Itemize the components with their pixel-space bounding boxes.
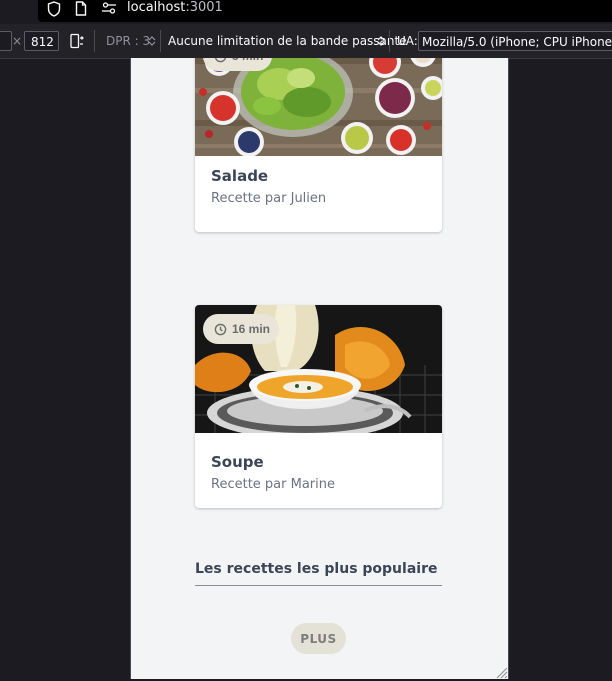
url-port: :3001 xyxy=(185,0,223,15)
toolbar-divider xyxy=(160,30,161,52)
popular-section-title: Les recettes les plus populaire xyxy=(195,561,442,586)
device-viewport: 5 min Salade Recette par Julien xyxy=(130,58,509,679)
recipe-author: Recette par Marine xyxy=(211,477,335,492)
toolbar-divider xyxy=(94,30,95,52)
dimension-separator: × xyxy=(12,34,23,48)
rotate-device-icon[interactable] xyxy=(69,33,85,49)
recipe-author: Recette par Julien xyxy=(211,191,327,206)
browser-url-bar: localhost:3001 xyxy=(0,0,612,24)
responsive-toolbar: × 812 DPR : 3 Aucune limitation de la ba… xyxy=(0,24,612,59)
clock-icon xyxy=(214,323,227,335)
dpr-dropdown-icon xyxy=(148,36,156,46)
clock-icon xyxy=(215,58,226,62)
throttle-select[interactable]: Aucune limitation de la bande passante xyxy=(168,34,407,48)
more-button[interactable]: PLUS xyxy=(291,623,346,654)
time-badge-label: 16 min xyxy=(232,322,271,336)
recipe-title: Salade xyxy=(211,167,269,185)
time-badge-label: 5 min xyxy=(232,58,263,71)
dpr-select[interactable]: DPR : 3 xyxy=(106,34,150,48)
recipe-card-soupe[interactable]: 16 min Soupe Recette par Marine xyxy=(195,305,442,508)
shield-icon[interactable] xyxy=(46,0,62,18)
ua-label: UA: xyxy=(397,34,418,48)
recipe-title: Soupe xyxy=(211,453,264,471)
url-text[interactable]: localhost:3001 xyxy=(127,0,223,16)
height-input[interactable]: 812 xyxy=(24,31,59,51)
time-badge: 5 min xyxy=(203,58,273,71)
resize-handle-icon[interactable] xyxy=(494,665,508,679)
recipe-card-salade[interactable]: 5 min Salade Recette par Julien xyxy=(195,58,442,232)
page-icon[interactable] xyxy=(73,0,89,18)
time-badge: 16 min xyxy=(203,314,280,344)
permissions-icon[interactable] xyxy=(101,0,117,18)
width-input[interactable] xyxy=(0,31,12,51)
recipe-photo-soupe: 16 min xyxy=(195,305,442,433)
recipe-photo-salade: 5 min xyxy=(195,58,442,156)
address-field[interactable]: localhost:3001 xyxy=(38,0,612,22)
url-host: localhost xyxy=(127,0,186,15)
throttle-dropdown-icon xyxy=(377,36,385,46)
toolbar-divider xyxy=(389,30,390,52)
user-agent-input[interactable]: Mozilla/5.0 (iPhone; CPU iPhone OS xyxy=(418,31,612,51)
